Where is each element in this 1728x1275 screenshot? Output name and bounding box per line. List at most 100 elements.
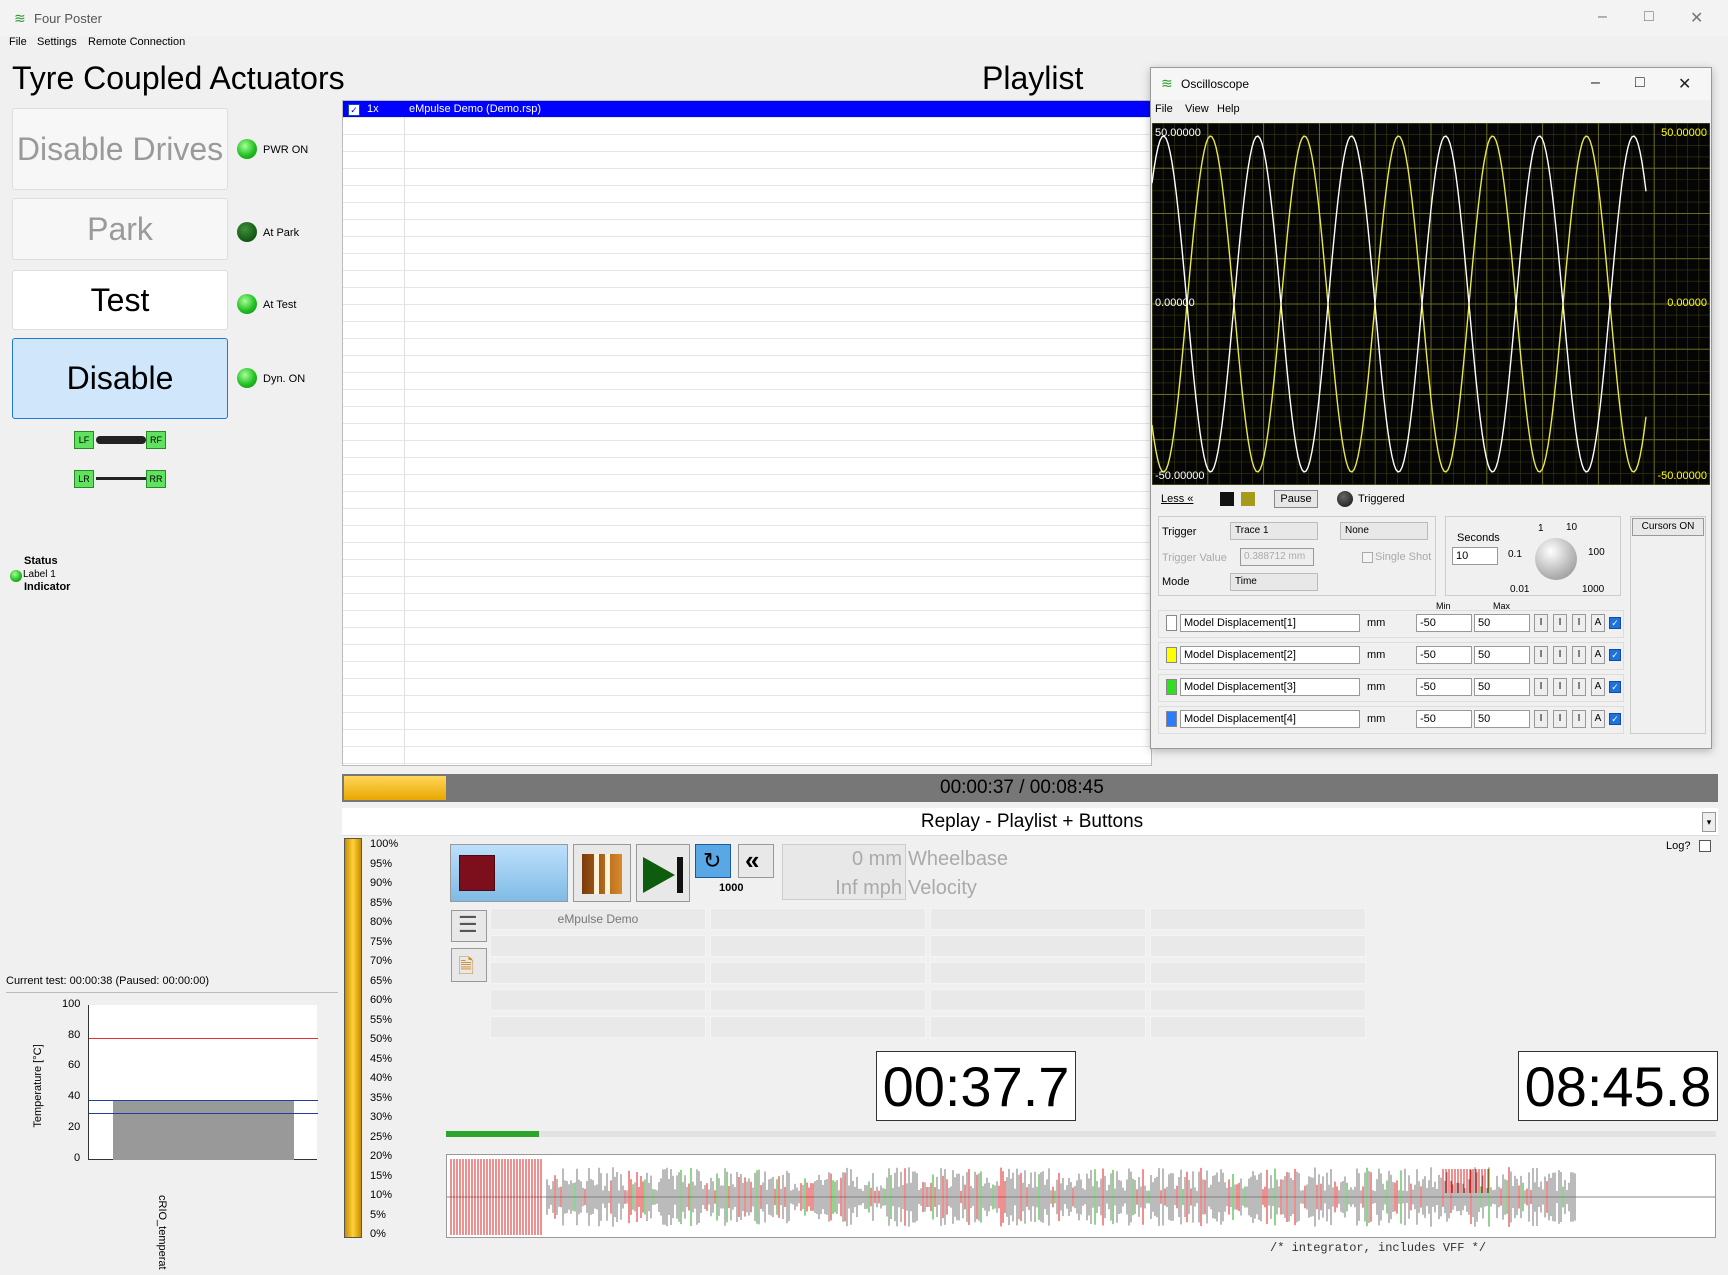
playlist-row-selected[interactable]: ✓ 1x eMpulse Demo (Demo.rsp) [343, 101, 1151, 118]
trace-max-field[interactable]: 50 [1474, 646, 1530, 664]
trace-scale-button[interactable]: I [1534, 710, 1548, 728]
trace-scale-button[interactable]: I [1534, 678, 1548, 696]
trace-max-field[interactable]: 50 [1474, 710, 1530, 728]
timebase-knob[interactable] [1535, 538, 1577, 580]
playlist-grid-button[interactable] [490, 1016, 706, 1038]
trace-min-field[interactable]: -50 [1416, 614, 1472, 632]
playlist-grid-button[interactable] [710, 989, 926, 1011]
playlist-grid-button[interactable] [490, 935, 706, 957]
waveform-overview[interactable] [446, 1154, 1716, 1238]
trace-max-field[interactable]: 50 [1474, 614, 1530, 632]
playlist-grid-button[interactable] [1150, 1016, 1366, 1038]
pause-button[interactable] [573, 844, 631, 902]
playlist-row[interactable] [343, 271, 1151, 288]
playlist-row[interactable] [343, 696, 1151, 713]
minimize-icon[interactable]: – [1598, 8, 1607, 26]
trace-scale-button[interactable]: A [1591, 710, 1605, 728]
menu-settings[interactable]: Settings [37, 36, 77, 48]
disable-drives-button[interactable]: Disable Drives [12, 108, 228, 190]
playlist-row[interactable] [343, 509, 1151, 526]
loop-button[interactable]: ↻ [695, 844, 731, 878]
menu-remote-connection[interactable]: Remote Connection [88, 36, 185, 48]
playlist-row[interactable] [343, 492, 1151, 509]
less-link[interactable]: Less « [1161, 493, 1193, 505]
playlist-grid-button[interactable] [930, 962, 1146, 984]
playlist-row[interactable] [343, 305, 1151, 322]
playlist-row[interactable] [343, 475, 1151, 492]
playlist-row[interactable] [343, 390, 1151, 407]
playlist-row[interactable] [343, 254, 1151, 271]
trace-min-field[interactable]: -50 [1416, 646, 1472, 664]
trace-max-field[interactable]: 50 [1474, 678, 1530, 696]
seconds-field[interactable]: 10 [1452, 547, 1498, 565]
trace-enable-checkbox[interactable]: ✓ [1609, 713, 1621, 725]
trace-min-field[interactable]: -50 [1416, 710, 1472, 728]
trace-scale-button[interactable]: I [1534, 646, 1548, 664]
maximize-icon[interactable]: □ [1644, 8, 1654, 26]
playlist-row[interactable] [343, 220, 1151, 237]
osc-menu-file[interactable]: File [1155, 103, 1173, 115]
playlist-table[interactable]: ✓ 1x eMpulse Demo (Demo.rsp) [342, 100, 1152, 766]
playlist-row[interactable] [343, 407, 1151, 424]
trace-scale-button[interactable]: I [1572, 710, 1586, 728]
osc-close-icon[interactable]: ✕ [1678, 74, 1691, 94]
trace-scale-button[interactable]: I [1553, 646, 1567, 664]
playlist-row[interactable] [343, 713, 1151, 730]
disable-button[interactable]: Disable [12, 338, 228, 419]
oscilloscope-screen[interactable]: 50.00000 50.00000 0.00000 0.00000 -50.00… [1151, 122, 1711, 486]
playlist-grid-button[interactable] [710, 962, 926, 984]
playlist-row[interactable] [343, 237, 1151, 254]
trigger-edge-select[interactable]: None [1340, 522, 1428, 540]
rewind-button[interactable]: « [738, 844, 774, 878]
playlist-grid-button[interactable] [930, 989, 1146, 1011]
load-file-button[interactable]: 🗎 [451, 948, 487, 982]
playlist-row[interactable] [343, 730, 1151, 747]
playlist-row[interactable] [343, 679, 1151, 696]
playlist-row[interactable] [343, 747, 1151, 764]
playlist-grid-button[interactable] [930, 1016, 1146, 1038]
trace-scale-button[interactable]: A [1591, 678, 1605, 696]
pause-scope-button[interactable]: Pause [1274, 490, 1318, 508]
playlist-row[interactable] [343, 356, 1151, 373]
stop-button[interactable] [450, 844, 568, 902]
speed-percent-meter[interactable] [344, 838, 362, 1238]
playlist-row[interactable] [343, 594, 1151, 611]
mode-select[interactable]: Time [1230, 573, 1318, 591]
osc-minimize-icon[interactable]: – [1591, 74, 1600, 92]
trace-scale-button[interactable]: I [1553, 678, 1567, 696]
playlist-row[interactable] [343, 662, 1151, 679]
trigger-source-select[interactable]: Trace 1 [1230, 522, 1318, 540]
playlist-row[interactable] [343, 186, 1151, 203]
playlist-row[interactable] [343, 628, 1151, 645]
trace-scale-button[interactable]: I [1572, 614, 1586, 632]
trigger-value-field[interactable]: 0.388712 mm [1240, 548, 1314, 566]
playlist-grid-button[interactable] [1150, 935, 1366, 957]
playlist-row[interactable] [343, 152, 1151, 169]
playlist-row[interactable] [343, 373, 1151, 390]
trace-scale-button[interactable]: I [1553, 614, 1567, 632]
playlist-grid-button[interactable] [710, 935, 926, 957]
playlist-grid-button[interactable] [710, 1016, 926, 1038]
next-button[interactable] [636, 844, 690, 902]
playlist-grid-button[interactable] [1150, 989, 1366, 1011]
playlist-row[interactable] [343, 611, 1151, 628]
playlist-grid-button[interactable] [490, 989, 706, 1011]
trace-scale-button[interactable]: A [1591, 646, 1605, 664]
color-swatch-black[interactable] [1220, 492, 1234, 506]
playlist-grid-button[interactable] [710, 908, 926, 930]
playlist-row-checkbox[interactable]: ✓ [348, 104, 360, 116]
trace-scale-button[interactable]: I [1572, 678, 1586, 696]
log-checkbox[interactable] [1699, 840, 1711, 852]
trace-scale-button[interactable]: I [1572, 646, 1586, 664]
playlist-row[interactable] [343, 458, 1151, 475]
playlist-row[interactable] [343, 135, 1151, 152]
osc-maximize-icon[interactable]: □ [1635, 74, 1645, 92]
playlist-row[interactable] [343, 203, 1151, 220]
trace-name-field[interactable]: Model Displacement[4] [1180, 710, 1360, 728]
playlist-list-button[interactable]: ☰ [451, 910, 487, 942]
cursors-on-button[interactable]: Cursors ON [1632, 518, 1704, 536]
playlist-row[interactable] [343, 424, 1151, 441]
trace-enable-checkbox[interactable]: ✓ [1609, 681, 1621, 693]
single-shot-checkbox[interactable] [1362, 552, 1373, 563]
trace-enable-checkbox[interactable]: ✓ [1609, 649, 1621, 661]
